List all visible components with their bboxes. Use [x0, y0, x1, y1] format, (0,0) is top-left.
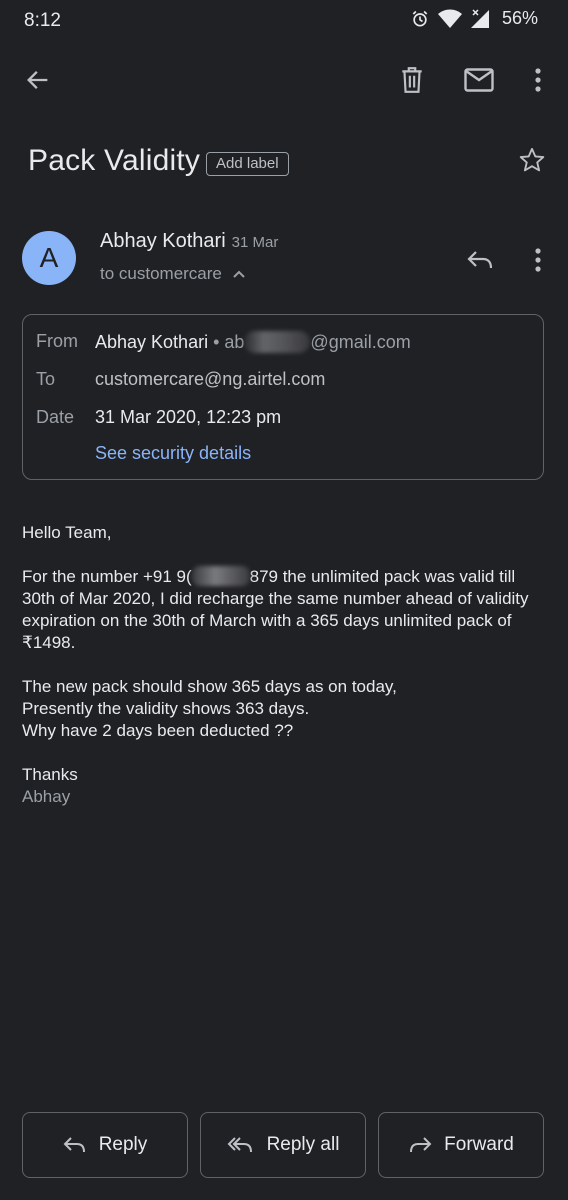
- forward-icon: [410, 1137, 432, 1153]
- from-name: Abhay Kothari: [95, 332, 209, 352]
- avatar[interactable]: A: [22, 231, 76, 285]
- body-p1-start: For the number +91 9(: [22, 567, 192, 586]
- alarm-icon: [410, 9, 430, 29]
- from-separator: •: [208, 332, 225, 352]
- redacted-blur: [191, 566, 250, 586]
- date-value: 31 Mar 2020, 12:23 pm: [95, 407, 282, 427]
- wifi-icon: [437, 9, 462, 29]
- quick-reply-button[interactable]: [462, 242, 498, 278]
- from-email-start: ab: [224, 332, 245, 352]
- delete-button[interactable]: [394, 62, 430, 98]
- more-vert-icon: [535, 68, 541, 92]
- bottom-actions: Reply Reply all Forward: [0, 1112, 568, 1180]
- body-paragraph-2: The new pack should show 365 days as on …: [22, 676, 552, 742]
- status-bar: 8:12 56%: [0, 0, 568, 44]
- status-time: 8:12: [24, 10, 61, 31]
- reply-all-icon: [227, 1137, 252, 1153]
- more-options-button[interactable]: [520, 62, 556, 98]
- more-vert-icon: [535, 248, 541, 272]
- message-body: Hello Team, For the number +91 9(879 the…: [22, 522, 552, 808]
- forward-label: Forward: [444, 1134, 514, 1155]
- message-details: From Abhay Kothari • ab @gmail.com To cus…: [22, 314, 544, 480]
- date-label: Date: [36, 407, 75, 427]
- forward-button[interactable]: Forward: [378, 1112, 544, 1178]
- mark-unread-button[interactable]: [461, 62, 497, 98]
- redacted-blur: [244, 331, 311, 353]
- body-p2-line2: Presently the validity shows 363 days.: [22, 699, 310, 718]
- reply-label: Reply: [98, 1134, 148, 1155]
- star-icon: [519, 147, 545, 172]
- from-value: Abhay Kothari • ab @gmail.com: [95, 331, 411, 353]
- add-label-chip[interactable]: Add label: [206, 152, 289, 176]
- top-toolbar: [0, 50, 568, 110]
- reply-icon: [467, 251, 493, 269]
- back-button[interactable]: [20, 62, 56, 98]
- star-button[interactable]: [518, 146, 548, 176]
- body-paragraph-1: For the number +91 9(879 the unlimited p…: [22, 566, 552, 654]
- message-more-button[interactable]: [520, 242, 556, 278]
- back-arrow-icon: [27, 71, 48, 89]
- battery-level: 56%: [501, 8, 538, 28]
- from-label: From: [36, 331, 78, 351]
- to-label: To: [36, 369, 56, 389]
- chevron-up-icon: [233, 270, 245, 278]
- recipients-toggle[interactable]: to customercare: [100, 264, 246, 284]
- mail-icon: [464, 68, 494, 92]
- body-greeting: Hello Team,: [22, 523, 112, 542]
- sender-header: A Abhay Kothari 31 Mar to customercare: [0, 222, 568, 302]
- to-value: customercare@ng.airtel.com: [95, 369, 326, 389]
- body-thanks: Thanks: [22, 765, 78, 784]
- security-details-link[interactable]: See security details: [95, 443, 251, 464]
- sender-name-line: Abhay Kothari 31 Mar: [100, 230, 278, 253]
- subject-row: Pack Validity Add label: [28, 140, 548, 188]
- reply-all-label: Reply all: [266, 1134, 340, 1155]
- email-date: 31 Mar: [231, 234, 279, 251]
- reply-icon: [63, 1137, 85, 1153]
- sender-name: Abhay Kothari: [100, 230, 226, 252]
- email-subject: Pack Validity: [28, 144, 201, 177]
- body-p2-line3: Why have 2 days been deducted ??: [22, 721, 294, 740]
- from-email-end: @gmail.com: [310, 332, 411, 352]
- trash-icon: [402, 67, 422, 93]
- email-view: 8:12 56% Pack Validity Add label A Abhay…: [0, 0, 568, 1200]
- signal-icon: [470, 8, 490, 29]
- body-p2-line1: The new pack should show 365 days as on …: [22, 677, 397, 696]
- reply-all-button[interactable]: Reply all: [200, 1112, 366, 1178]
- reply-button[interactable]: Reply: [22, 1112, 188, 1178]
- status-icons: 56%: [410, 8, 538, 29]
- recipients-summary: to customercare: [100, 264, 222, 283]
- body-signature: Abhay: [22, 787, 71, 806]
